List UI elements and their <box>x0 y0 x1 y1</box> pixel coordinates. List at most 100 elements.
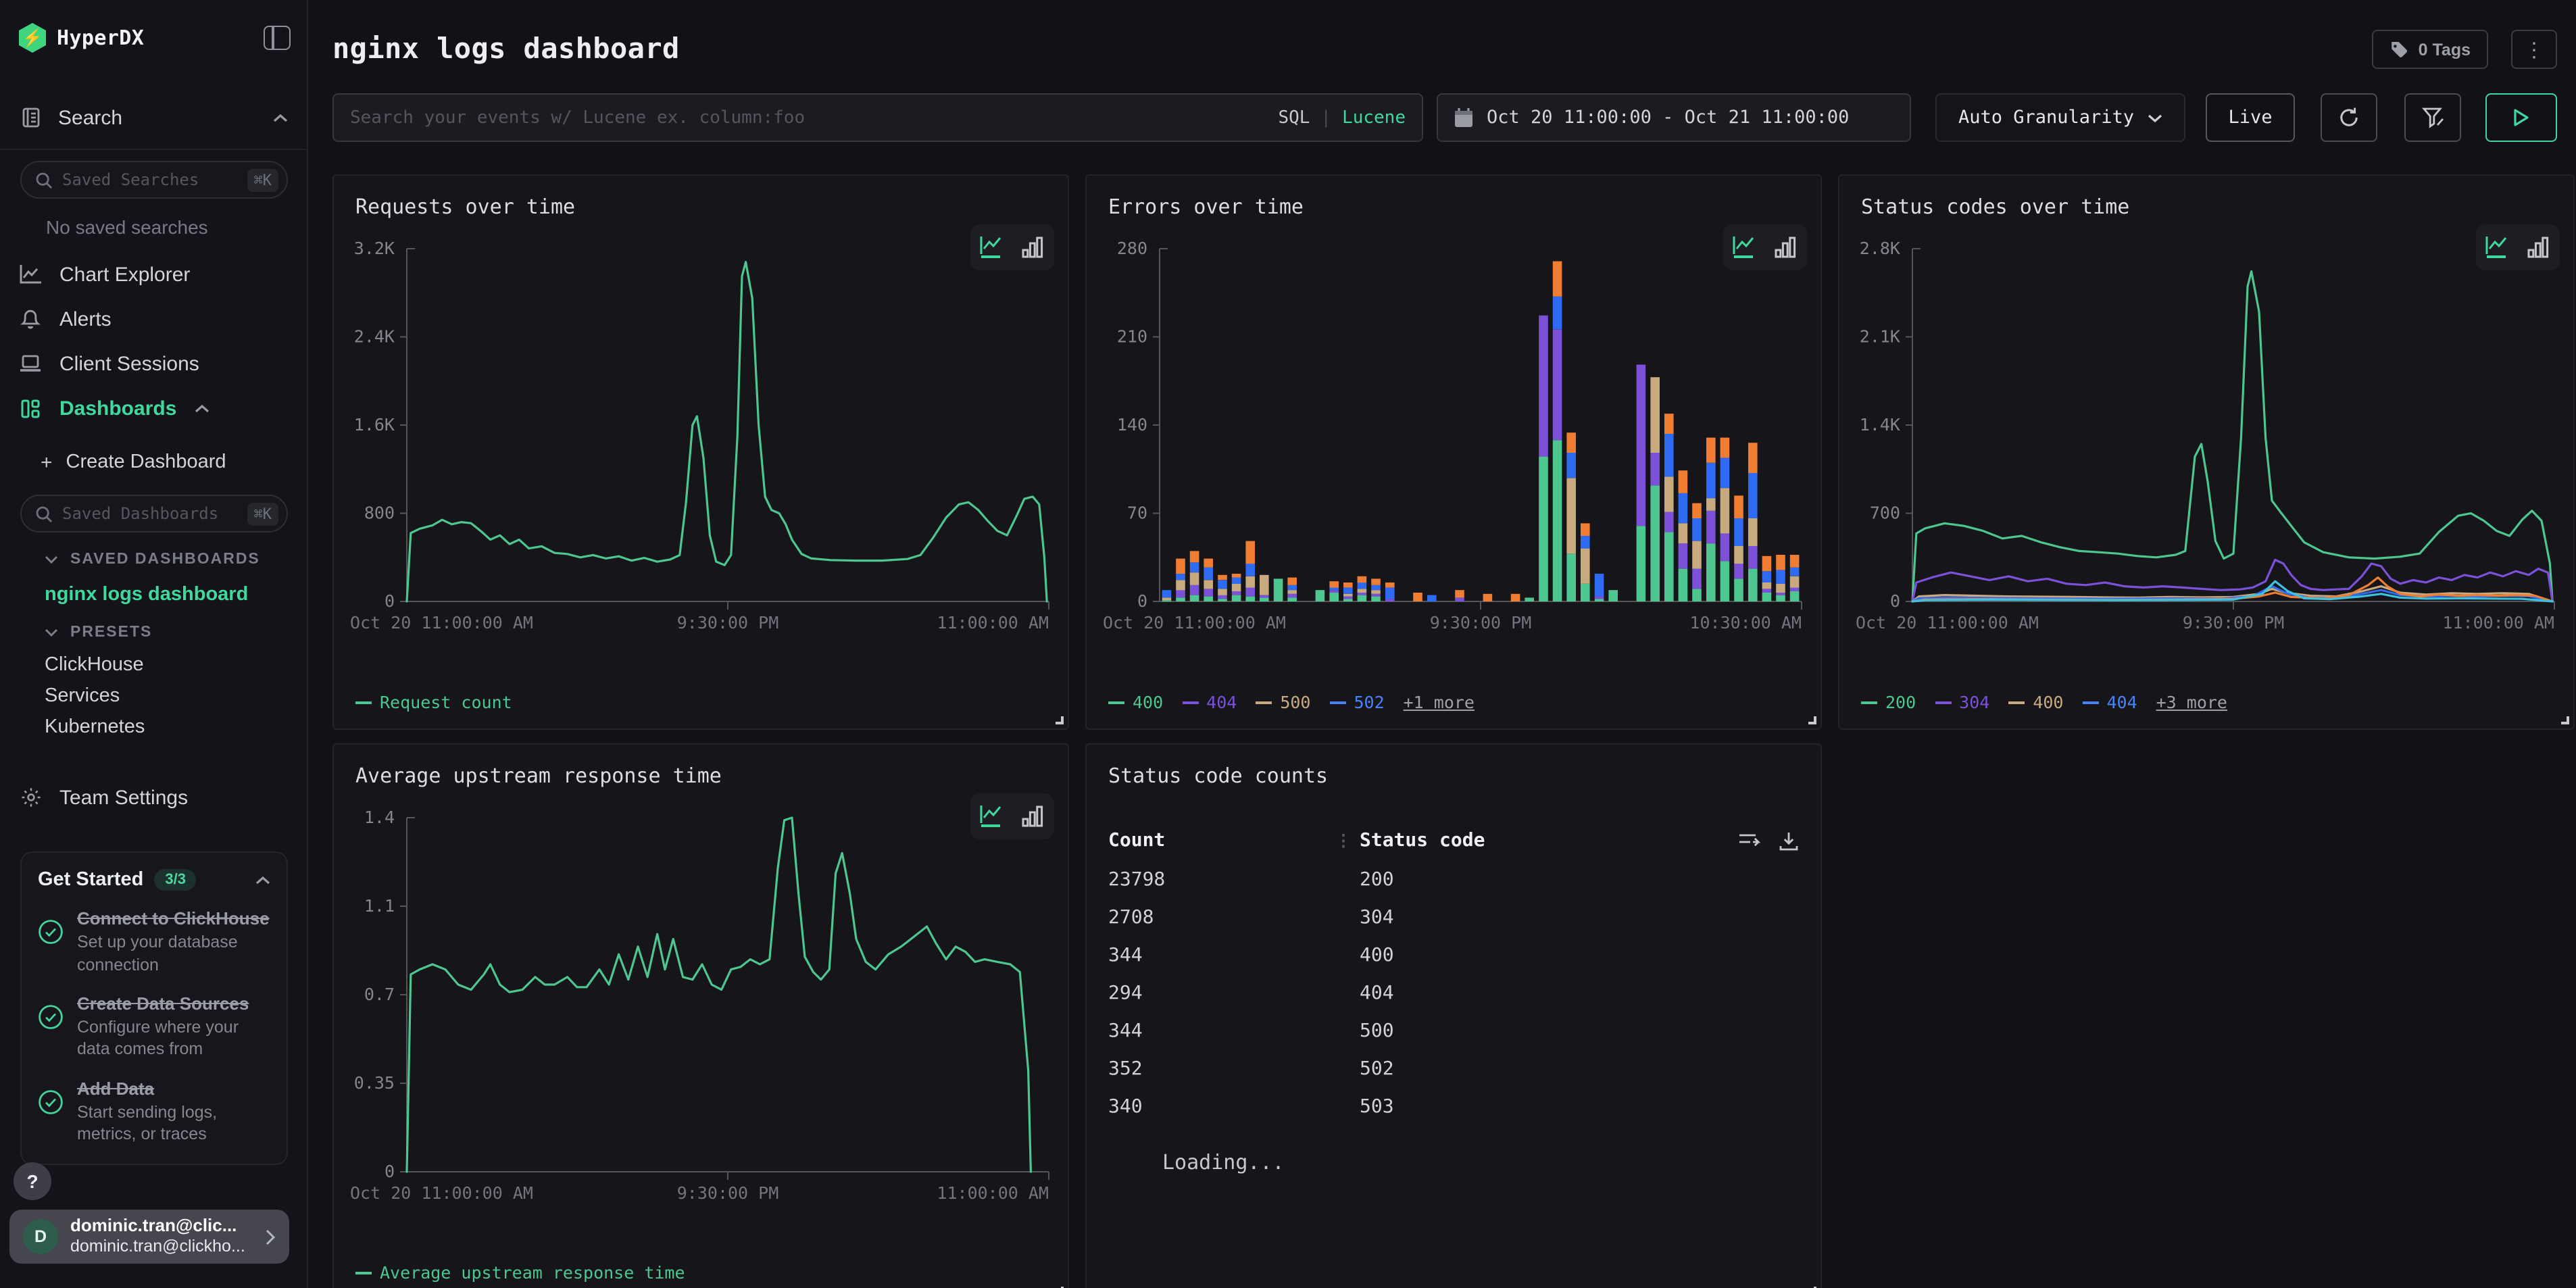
line-chart-toggle-icon[interactable] <box>977 232 1007 262</box>
user-menu[interactable]: D dominic.tran@clic... dominic.tran@clic… <box>9 1210 289 1264</box>
tags-button[interactable]: 0 Tags <box>2373 30 2488 69</box>
chevron-up-icon[interactable] <box>255 875 270 885</box>
chart-type-toggle <box>970 224 1054 270</box>
resize-handle[interactable] <box>2561 716 2569 724</box>
line-chart-toggle-icon[interactable] <box>1730 232 1760 262</box>
legend-item[interactable]: 304 <box>1935 692 1989 712</box>
saved-searches-search[interactable]: ⌘K <box>20 161 288 199</box>
preset-services[interactable]: Services <box>45 681 120 711</box>
svg-text:2.4K: 2.4K <box>354 327 395 347</box>
errors-chart[interactable]: 280210140700Oct 20 11:00:00 AM9:30:00 PM… <box>1100 235 1810 645</box>
run-query-button[interactable] <box>2485 93 2557 142</box>
sidebar-item-dashboards[interactable]: Dashboards <box>0 389 307 427</box>
create-dashboard-button[interactable]: + Create Dashboard <box>41 446 226 478</box>
bell-icon <box>19 307 42 330</box>
svg-text:800: 800 <box>364 503 395 523</box>
svg-text:70: 70 <box>1127 503 1147 523</box>
table-row[interactable]: 2708304 <box>1108 899 1799 937</box>
sidebar-collapse-icon[interactable] <box>264 26 291 50</box>
svg-text:0.35: 0.35 <box>354 1073 395 1093</box>
preset-clickhouse[interactable]: ClickHouse <box>45 650 144 680</box>
legend-more-link[interactable]: +1 more <box>1404 692 1475 712</box>
chevron-down-icon <box>2148 113 2162 122</box>
legend-item[interactable]: 502 <box>1329 692 1384 712</box>
table-row[interactable]: 23798200 <box>1108 861 1799 899</box>
legend-item[interactable]: 200 <box>1861 692 1916 712</box>
line-chart-toggle-icon[interactable] <box>2483 232 2512 262</box>
sidebar-item-client-sessions[interactable]: Client Sessions <box>0 345 307 382</box>
resize-handle[interactable] <box>1056 716 1064 724</box>
table-format-icon[interactable] <box>1738 831 1761 850</box>
section-saved-dashboards[interactable]: SAVED DASHBOARDS <box>45 546 260 573</box>
saved-dashboards-search[interactable]: ⌘K <box>20 495 288 532</box>
dashboard-menu-button[interactable]: ⋮ <box>2511 30 2557 69</box>
get-started-item-desc: Set up your database connection <box>77 932 270 976</box>
gear-icon <box>19 786 42 809</box>
sidebar-item-team-settings[interactable]: Team Settings <box>0 778 307 816</box>
legend-item[interactable]: Average upstream response time <box>355 1262 685 1283</box>
line-chart-toggle-icon[interactable] <box>977 801 1007 831</box>
legend-item[interactable]: 404 <box>2082 692 2137 712</box>
mode-lucene[interactable]: Lucene <box>1342 107 1406 128</box>
bar-chart-toggle-icon[interactable] <box>1018 232 1047 262</box>
table-row[interactable]: 294404 <box>1108 974 1799 1012</box>
preset-kubernetes[interactable]: Kubernetes <box>45 712 145 742</box>
requests-chart[interactable]: 3.2K2.4K1.6K8000Oct 20 11:00:00 AM9:30:0… <box>347 235 1057 645</box>
saved-dashboards-input[interactable] <box>62 504 238 523</box>
status-codes-chart[interactable]: 2.8K2.1K1.4K7000Oct 20 11:00:00 AM9:30:0… <box>1853 235 2562 645</box>
legend-more-link[interactable]: +3 more <box>2156 692 2227 712</box>
table-row[interactable]: 340503 <box>1108 1088 1799 1126</box>
bar-chart-toggle-icon[interactable] <box>1018 801 1047 831</box>
get-started-item-desc: Configure where your data comes from <box>77 1016 270 1060</box>
live-button[interactable]: Live <box>2206 93 2295 142</box>
get-started-item[interactable]: Create Data Sources Configure where your… <box>38 993 270 1061</box>
legend-item[interactable]: 400 <box>2008 692 2063 712</box>
table-row[interactable]: 352502 <box>1108 1050 1799 1088</box>
panel-status-codes-over-time: Status codes over time 2.8K2.1K1.4K7000O… <box>1838 174 2575 730</box>
avg-upstream-chart[interactable]: 1.41.10.70.350Oct 20 11:00:00 AM9:30:00 … <box>347 804 1057 1215</box>
table-row[interactable]: 344500 <box>1108 1012 1799 1050</box>
chart-explorer-icon <box>19 263 42 286</box>
get-started-item[interactable]: Connect to ClickHouse Set up your databa… <box>38 908 270 976</box>
user-email: dominic.tran@clickho... <box>70 1237 245 1258</box>
bar-chart-toggle-icon[interactable] <box>2523 232 2553 262</box>
svg-text:Oct 20 11:00:00 AM: Oct 20 11:00:00 AM <box>1856 613 2039 633</box>
svg-text:0: 0 <box>385 591 395 611</box>
get-started-card: Get Started 3/3 Connect to ClickHouse Se… <box>20 851 288 1165</box>
granularity-select[interactable]: Auto Granularity <box>1935 93 2185 142</box>
event-search-input[interactable] <box>350 107 1264 128</box>
event-search-box[interactable]: SQL | Lucene <box>332 93 1423 142</box>
sidebar-item-chart-explorer[interactable]: Chart Explorer <box>0 255 307 293</box>
column-header-status-code[interactable]: Status code <box>1349 830 1738 851</box>
chart-legend: 400 404 500 502 +1 more <box>1108 692 1475 712</box>
svg-text:11:00:00 AM: 11:00:00 AM <box>937 1183 1049 1203</box>
table-row[interactable]: 344400 <box>1108 937 1799 974</box>
legend-item[interactable]: 400 <box>1108 692 1163 712</box>
download-csv-icon[interactable] <box>1779 831 1799 851</box>
legend-item[interactable]: 404 <box>1182 692 1237 712</box>
sidebar-section-search[interactable]: Search <box>0 100 307 135</box>
bar-chart-toggle-icon[interactable] <box>1770 232 1800 262</box>
filter-button[interactable] <box>2404 93 2461 142</box>
chevron-up-icon <box>273 113 288 122</box>
resize-handle[interactable] <box>1808 716 1816 724</box>
svg-text:9:30:00 PM: 9:30:00 PM <box>1430 613 1532 633</box>
logo-row: ⚡ HyperDX <box>19 19 291 57</box>
mode-sql[interactable]: SQL <box>1278 107 1310 128</box>
legend-item[interactable]: Request count <box>355 692 512 712</box>
legend-item[interactable]: 500 <box>1256 692 1310 712</box>
svg-text:11:00:00 AM: 11:00:00 AM <box>2442 613 2554 633</box>
chevron-right-icon <box>265 1228 276 1245</box>
help-button[interactable]: ? <box>14 1162 51 1200</box>
get-started-item[interactable]: Add Data Start sending logs, metrics, or… <box>38 1078 270 1145</box>
shortcut-badge: ⌘K <box>247 168 279 191</box>
get-started-progress-badge: 3/3 <box>154 869 197 891</box>
saved-searches-input[interactable] <box>62 170 238 189</box>
time-range-picker[interactable]: Oct 20 11:00:00 - Oct 21 11:00:00 <box>1437 93 1911 142</box>
dashboard-link-nginx-logs[interactable]: nginx logs dashboard <box>45 580 248 610</box>
sidebar-item-alerts[interactable]: Alerts <box>0 300 307 338</box>
refresh-button[interactable] <box>2321 93 2377 142</box>
column-header-count[interactable]: Count <box>1108 830 1335 851</box>
column-resize-handle[interactable]: ⋮ <box>1335 831 1349 850</box>
section-presets[interactable]: PRESETS <box>45 619 152 646</box>
